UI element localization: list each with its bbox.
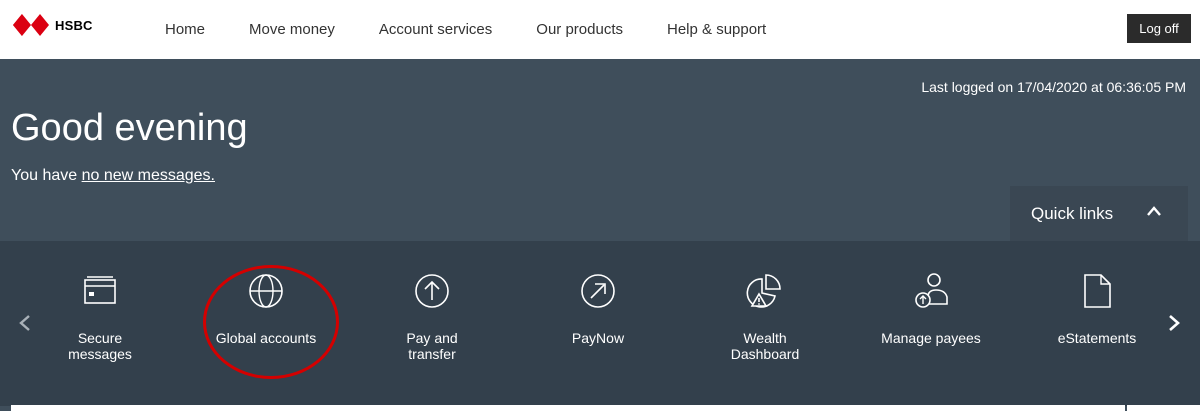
manage-payees-icon	[911, 271, 951, 311]
quick-link-estatements[interactable]: eStatements	[1032, 271, 1162, 346]
hsbc-hexagon-icon	[13, 14, 49, 36]
paynow-icon	[578, 271, 618, 311]
quick-link-label: PayNow	[571, 330, 625, 346]
quick-links-bar: Secure messages Global accounts Pay and …	[0, 241, 1200, 406]
estatements-icon	[1077, 271, 1117, 311]
quick-link-label: Secure messages	[68, 330, 132, 362]
chevron-up-icon	[1147, 206, 1161, 216]
last-logged-on-text: Last logged on 17/04/2020 at 06:36:05 PM	[921, 79, 1186, 95]
nav-home[interactable]: Home	[143, 21, 227, 38]
quick-links-label: Quick links	[1031, 204, 1114, 223]
quick-link-label: eStatements	[1057, 330, 1137, 346]
welcome-banner: Last logged on 17/04/2020 at 06:36:05 PM…	[0, 59, 1200, 411]
nav-help-support[interactable]: Help & support	[645, 21, 788, 38]
log-off-button[interactable]: Log off	[1127, 14, 1191, 43]
quick-link-label: Manage payees	[881, 330, 981, 346]
quick-link-label: Wealth Dashboard	[730, 330, 800, 362]
nav-our-products[interactable]: Our products	[514, 21, 645, 38]
chevron-right-icon[interactable]	[1166, 313, 1182, 333]
secure-messages-icon	[80, 271, 120, 311]
wealth-dashboard-icon	[745, 271, 785, 311]
quick-link-paynow[interactable]: PayNow	[533, 271, 663, 346]
quick-link-global-accounts[interactable]: Global accounts	[201, 271, 331, 346]
quick-link-wealth-dashboard[interactable]: Wealth Dashboard	[700, 271, 830, 362]
nav-account-services[interactable]: Account services	[357, 21, 514, 38]
pay-transfer-icon	[412, 271, 452, 311]
quick-links-toggle[interactable]: Quick links	[1010, 186, 1188, 242]
top-navigation-bar: HSBC Home Move money Account services Ou…	[0, 0, 1200, 59]
content-panel-side	[1127, 405, 1200, 411]
no-new-messages-link[interactable]: no new messages.	[82, 167, 215, 184]
hsbc-logo[interactable]: HSBC	[13, 14, 93, 36]
content-panel	[11, 405, 1125, 411]
quick-link-manage-payees[interactable]: Manage payees	[866, 271, 996, 346]
chevron-left-icon[interactable]	[17, 313, 33, 333]
quick-link-label: Global accounts	[215, 330, 317, 346]
messages-prefix: You have	[11, 167, 82, 184]
quick-link-label: Pay and transfer	[406, 330, 458, 362]
messages-status: You have no new messages.	[11, 167, 215, 185]
main-nav: Home Move money Account services Our pro…	[143, 0, 788, 59]
nav-move-money[interactable]: Move money	[227, 21, 357, 38]
globe-icon	[246, 271, 286, 311]
greeting-heading: Good evening	[11, 107, 248, 149]
hsbc-wordmark: HSBC	[55, 17, 93, 33]
quick-link-secure-messages[interactable]: Secure messages	[35, 271, 165, 362]
quick-link-pay-and-transfer[interactable]: Pay and transfer	[367, 271, 497, 362]
